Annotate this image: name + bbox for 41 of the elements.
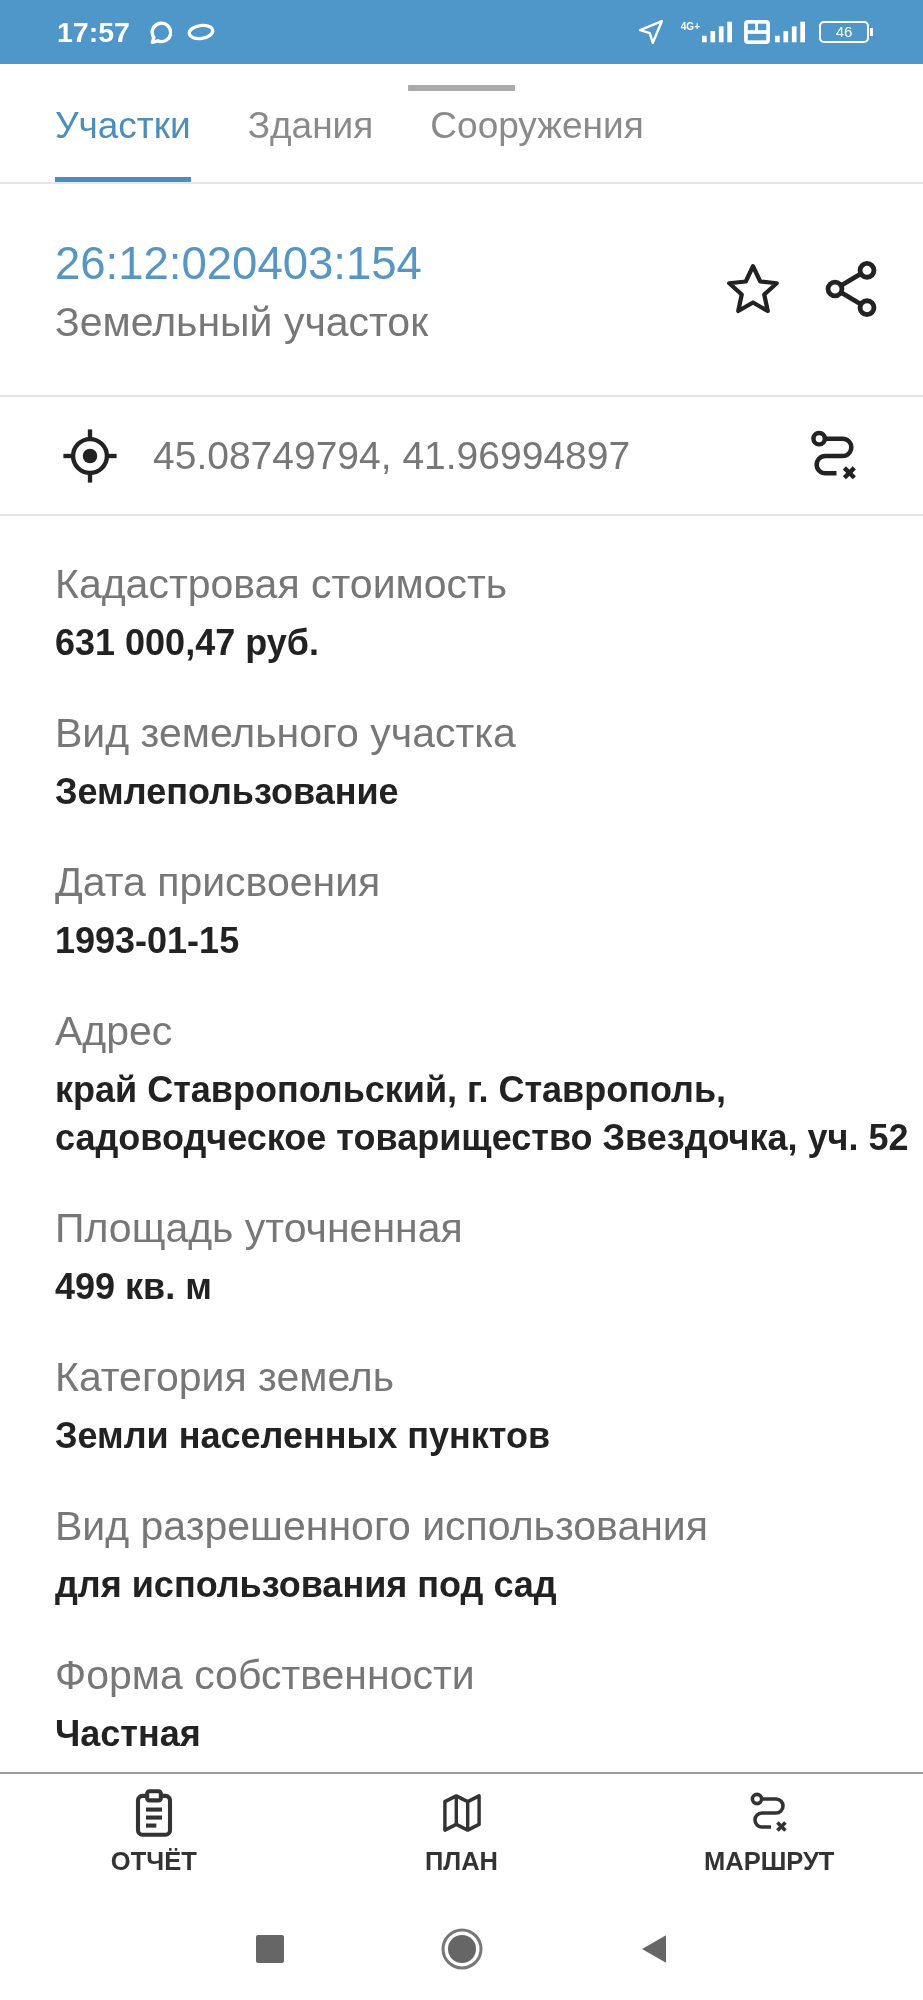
drag-handle[interactable] (408, 85, 515, 91)
square-icon[interactable] (255, 1934, 284, 1963)
field-label: Форма собственности (55, 1651, 476, 1700)
share-icon[interactable] (825, 261, 877, 317)
nav-button[interactable]: МАРШРУТ (615, 1774, 923, 1897)
route-icon[interactable] (810, 429, 858, 482)
field-label: Кадастровая стоимость (55, 560, 509, 609)
chat-bubble-icon (147, 19, 172, 45)
network-type-label: 4G+ (680, 21, 700, 33)
field-label: Площадь уточненная (55, 1204, 464, 1253)
network-mode-icon (744, 20, 770, 44)
field-value: 1993-01-15 (55, 919, 241, 963)
tab[interactable]: Участки (55, 91, 191, 182)
clipboard-icon (134, 1789, 173, 1837)
ring-icon (186, 23, 215, 41)
field-label: Категория земель (55, 1353, 396, 1402)
field-value: Частная (55, 1712, 202, 1756)
nav-button[interactable]: ОТЧЁТ (0, 1774, 308, 1897)
field-label: Адрес (55, 1007, 174, 1056)
clock-time: 17:57 (57, 15, 130, 49)
field-value: для использования под сад (55, 1563, 558, 1607)
coordinates-text: 45.08749794, 41.96994897 (153, 433, 632, 478)
field-value: Земли населенных пунктов (55, 1414, 552, 1458)
field-label: Вид разрешенного использования (55, 1502, 709, 1551)
nav-button[interactable]: ПЛАН (307, 1774, 616, 1897)
object-type: Земельный участок (55, 300, 430, 344)
field-value: край Ставропольский, г. Ставрополь, садоводческое товарищество Звездочка, уч. 52 (55, 1068, 910, 1160)
triangle-icon[interactable] (641, 1934, 666, 1963)
field-label: Вид земельного участка (55, 709, 517, 758)
favorite-star-icon[interactable] (727, 264, 779, 314)
field-label: Дата присвоения (55, 858, 382, 907)
signal-icon (775, 21, 805, 43)
circle-icon[interactable] (440, 1927, 483, 1970)
field-value: 631 000,47 руб. (55, 621, 320, 665)
signal-icon (702, 21, 732, 43)
battery-indicator: 46 (819, 21, 873, 43)
cadastral-number: 26:12:020403:154 (55, 237, 423, 291)
location-arrow-icon (638, 20, 663, 44)
field-value: 499 кв. м (55, 1265, 213, 1309)
field-value: Землепользование (55, 770, 400, 814)
location-target-icon[interactable] (61, 426, 119, 485)
